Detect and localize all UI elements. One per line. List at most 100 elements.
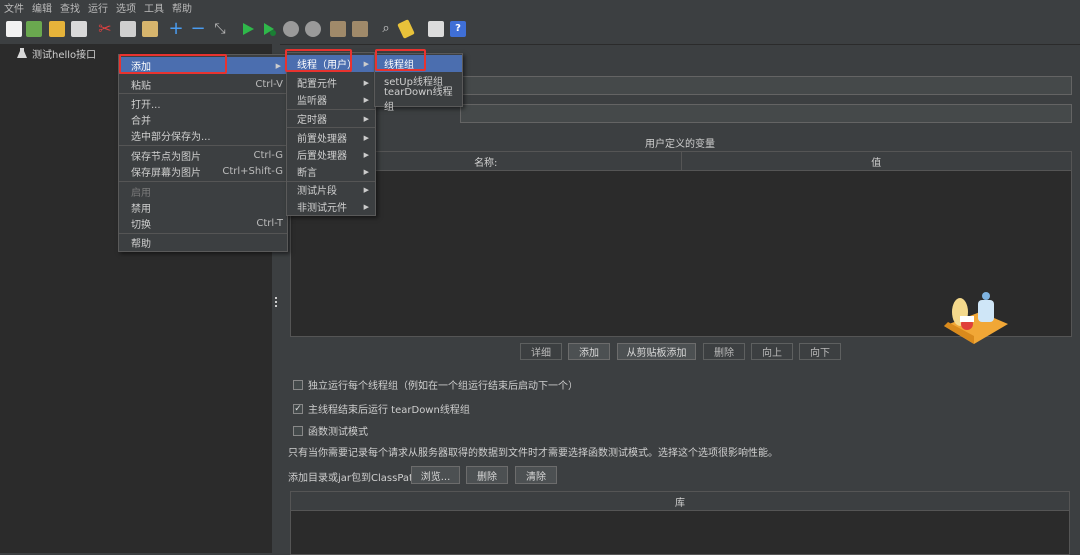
menu-search[interactable]: 查找 bbox=[56, 0, 84, 15]
classpath-delete-button[interactable]: 删除 bbox=[466, 466, 508, 484]
clear-icon[interactable] bbox=[330, 21, 346, 37]
classpath-label: 添加目录或jar包到ClassPath bbox=[288, 473, 420, 484]
menu-help[interactable]: 帮助 bbox=[168, 0, 196, 15]
detail-button[interactable]: 详细 bbox=[520, 343, 562, 360]
menu-item-test-fragment[interactable]: 测试片段 ▶ bbox=[287, 181, 375, 198]
menu-item-label: 定时器 bbox=[297, 115, 327, 126]
submenu-arrow-icon: ▶ bbox=[363, 150, 369, 159]
menu-item-merge[interactable]: 合并 bbox=[119, 111, 287, 128]
menu-item-label: tearDown线程组 bbox=[384, 86, 453, 113]
functional-checkbox[interactable] bbox=[293, 425, 303, 436]
menu-item-timer[interactable]: 定时器 ▶ bbox=[287, 110, 375, 127]
menu-item-label: 启用 bbox=[131, 188, 151, 199]
submenu-arrow-icon: ▶ bbox=[363, 185, 369, 194]
clear-all-icon[interactable] bbox=[352, 21, 368, 37]
menu-item-post-processor[interactable]: 后置处理器 ▶ bbox=[287, 146, 375, 163]
submenu-arrow-icon: ▶ bbox=[363, 114, 369, 123]
add-from-clipboard-button[interactable]: 从剪贴板添加 bbox=[617, 343, 696, 360]
delete-button[interactable]: 删除 bbox=[703, 343, 745, 360]
highlight-box bbox=[119, 54, 227, 74]
cut-icon[interactable]: ✂ bbox=[97, 21, 113, 37]
teardown-checkbox[interactable]: ✓ bbox=[293, 403, 303, 414]
independent-checkbox[interactable] bbox=[293, 379, 303, 390]
browse-button[interactable]: 浏览... bbox=[411, 466, 460, 484]
menu-run[interactable]: 运行 bbox=[84, 0, 112, 15]
help-icon[interactable]: ? bbox=[450, 21, 466, 37]
tree-item-test-plan[interactable]: 测试hello接口 bbox=[17, 46, 97, 61]
menu-item-label: 后置处理器 bbox=[297, 151, 347, 162]
search-icon[interactable]: ⌕ bbox=[378, 21, 394, 37]
menu-item-assertion[interactable]: 断言 ▶ bbox=[287, 163, 375, 180]
library-table[interactable]: 库 bbox=[290, 491, 1070, 555]
comment-field[interactable] bbox=[460, 104, 1072, 123]
submenu-arrow-icon: ▶ bbox=[363, 95, 369, 104]
menu-item-enable: 启用 bbox=[119, 183, 287, 200]
name-field[interactable] bbox=[460, 76, 1072, 95]
menu-bar: 文件 编辑 查找 运行 选项 工具 帮助 bbox=[0, 0, 1080, 15]
menu-item-toggle[interactable]: 切换 Ctrl-T bbox=[119, 215, 287, 232]
submenu-arrow-icon: ▶ bbox=[363, 202, 369, 211]
menu-item-non-test-element[interactable]: 非测试元件 ▶ bbox=[287, 198, 375, 215]
option-functional[interactable]: 函数测试模式 bbox=[293, 423, 368, 438]
menu-accelerator: Ctrl-G bbox=[253, 150, 283, 161]
stop-icon[interactable] bbox=[283, 21, 299, 37]
paste-icon[interactable] bbox=[142, 21, 158, 37]
submenu-arrow-icon: ▶ bbox=[363, 78, 369, 87]
menu-separator bbox=[119, 145, 287, 146]
menu-item-pre-processor[interactable]: 前置处理器 ▶ bbox=[287, 129, 375, 146]
menu-item-save-selection[interactable]: 选中部分保存为... bbox=[119, 127, 287, 144]
tree-item-label: 测试hello接口 bbox=[32, 49, 97, 61]
independent-label: 独立运行每个线程组（例如在一个组运行结束后启动下一个） bbox=[308, 381, 578, 392]
add-button[interactable]: 添加 bbox=[568, 343, 610, 360]
menu-item-paste[interactable]: 粘贴 Ctrl-V bbox=[119, 76, 287, 93]
flask-icon bbox=[17, 48, 27, 58]
table-header: 名称: 值 bbox=[291, 152, 1071, 171]
move-up-button[interactable]: 向上 bbox=[751, 343, 793, 360]
collapse-icon[interactable]: − bbox=[190, 20, 206, 38]
start-icon[interactable] bbox=[240, 21, 256, 37]
menu-item-teardown-thread-group[interactable]: tearDown线程组 bbox=[375, 87, 462, 113]
function-helper-icon[interactable] bbox=[428, 21, 444, 37]
menu-item-save-node-image[interactable]: 保存节点为图片 Ctrl-G bbox=[119, 147, 287, 164]
menu-item-disable[interactable]: 禁用 bbox=[119, 199, 287, 216]
splitter-grip-icon[interactable] bbox=[275, 305, 277, 307]
toggle-icon[interactable]: ⤡ bbox=[212, 21, 228, 37]
reset-search-icon[interactable] bbox=[397, 19, 415, 39]
copy-icon[interactable] bbox=[120, 21, 136, 37]
menu-item-label: 粘贴 bbox=[131, 81, 151, 92]
menu-accelerator: Ctrl-T bbox=[256, 218, 283, 229]
classpath-clear-button[interactable]: 清除 bbox=[515, 466, 557, 484]
option-teardown[interactable]: ✓ 主线程结束后运行 tearDown线程组 bbox=[293, 401, 470, 416]
splitter-grip-icon[interactable] bbox=[275, 301, 277, 303]
toolbar: ✂ + − ⤡ ⌕ ? bbox=[0, 15, 1080, 45]
open-folder-icon[interactable] bbox=[49, 21, 65, 37]
menu-item-config-element[interactable]: 配置元件 ▶ bbox=[287, 74, 375, 91]
shutdown-icon[interactable] bbox=[305, 21, 321, 37]
menu-item-label: 帮助 bbox=[131, 239, 151, 250]
menu-file[interactable]: 文件 bbox=[0, 0, 28, 15]
save-icon[interactable] bbox=[71, 21, 87, 37]
menu-options[interactable]: 选项 bbox=[112, 0, 140, 15]
col-library[interactable]: 库 bbox=[291, 492, 1069, 511]
expand-icon[interactable]: + bbox=[168, 20, 184, 38]
menu-separator bbox=[119, 181, 287, 182]
menu-item-save-screen-image[interactable]: 保存屏幕为图片 Ctrl+Shift-G bbox=[119, 163, 287, 180]
menu-item-listener[interactable]: 监听器 ▶ bbox=[287, 91, 375, 108]
option-independent[interactable]: 独立运行每个线程组（例如在一个组运行结束后启动下一个） bbox=[293, 377, 578, 392]
templates-icon[interactable] bbox=[26, 21, 42, 37]
new-file-icon[interactable] bbox=[6, 21, 22, 37]
move-down-button[interactable]: 向下 bbox=[799, 343, 841, 360]
highlight-box bbox=[285, 49, 352, 72]
menu-item-label: 前置处理器 bbox=[297, 134, 347, 145]
start-no-pause-icon[interactable] bbox=[261, 21, 277, 37]
col-value[interactable]: 值 bbox=[681, 152, 1071, 171]
menu-item-open[interactable]: 打开... bbox=[119, 95, 287, 112]
splitter-grip-icon[interactable] bbox=[275, 297, 277, 299]
menu-edit[interactable]: 编辑 bbox=[28, 0, 56, 15]
menu-item-label: 非测试元件 bbox=[297, 203, 347, 214]
menu-item-help[interactable]: 帮助 bbox=[119, 234, 287, 251]
variables-title: 用户定义的变量 bbox=[645, 139, 715, 150]
add-submenu: 线程（用户） ▶ 配置元件 ▶ 监听器 ▶ 定时器 ▶ 前置处理器 ▶ 后置处理器 ▶ 断言… bbox=[286, 52, 376, 216]
menu-tools[interactable]: 工具 bbox=[140, 0, 168, 15]
submenu-arrow-icon: ▶ bbox=[363, 133, 369, 142]
